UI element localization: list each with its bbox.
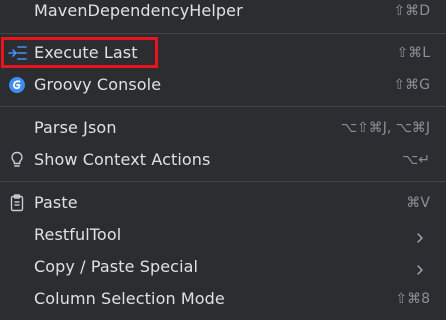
clipboard-icon — [7, 194, 27, 212]
menu-item-label: Show Context Actions — [34, 150, 211, 169]
menu-item-shortcut: ⌥⇧⌘J, ⌥⌘J — [340, 120, 430, 136]
menu-item-shortcut: ⇧⌘8 — [395, 291, 430, 307]
menu-item-restful-tool[interactable]: RestfulTool — [0, 220, 446, 250]
menu-item-parse-json[interactable]: Parse Json ⌥⇧⌘J, ⌥⌘J — [0, 113, 446, 143]
menu-item-shortcut: ⌥↵ — [402, 152, 430, 168]
context-menu: MavenDependencyHelper ⇧⌘D Execute Last ⇧… — [0, 0, 446, 320]
chevron-right-icon — [414, 261, 426, 275]
menu-item-label: Parse Json — [34, 118, 117, 137]
menu-separator — [0, 33, 446, 34]
menu-item-label: RestfulTool — [34, 225, 122, 244]
menu-item-column-selection-mode[interactable]: Column Selection Mode ⇧⌘8 — [0, 284, 446, 314]
menu-separator — [0, 106, 446, 107]
menu-item-execute-last[interactable]: Execute Last ⇧⌘L — [0, 38, 446, 68]
groovy-icon — [7, 76, 27, 94]
menu-item-copy-paste-special[interactable]: Copy / Paste Special — [0, 252, 446, 282]
execute-last-icon — [7, 44, 27, 62]
menu-item-label: Paste — [34, 193, 78, 212]
menu-item-shortcut: ⇧⌘D — [393, 3, 430, 19]
menu-item-shortcut: ⌘V — [406, 195, 430, 211]
menu-item-label: Groovy Console — [34, 75, 162, 94]
chevron-right-icon — [414, 229, 426, 243]
menu-item-label: Copy / Paste Special — [34, 257, 199, 276]
menu-item-groovy-console[interactable]: Groovy Console ⇧⌘G — [0, 70, 446, 100]
lightbulb-icon — [7, 151, 27, 169]
menu-item-paste[interactable]: Paste ⌘V — [0, 188, 446, 218]
menu-item-show-context-actions[interactable]: Show Context Actions ⌥↵ — [0, 145, 446, 175]
menu-item-label: Execute Last — [34, 43, 138, 62]
menu-item-shortcut: ⇧⌘G — [393, 77, 430, 93]
menu-item-shortcut: ⇧⌘L — [396, 45, 430, 61]
menu-separator — [0, 181, 446, 182]
menu-item-maven-dependency-helper[interactable]: MavenDependencyHelper ⇧⌘D — [0, 0, 446, 26]
menu-item-label: Column Selection Mode — [34, 289, 225, 308]
menu-item-label: MavenDependencyHelper — [34, 1, 243, 20]
